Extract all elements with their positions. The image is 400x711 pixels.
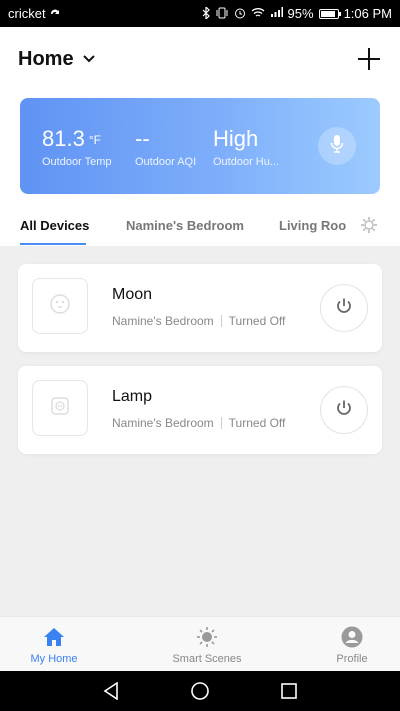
aqi-value: -- bbox=[135, 126, 150, 151]
device-meta: Namine's Bedroom Turned Off bbox=[112, 416, 285, 430]
divider bbox=[220, 315, 222, 327]
device-thumbnail bbox=[32, 278, 88, 334]
sun-icon bbox=[157, 625, 257, 649]
room-tabs: All Devices Namine's Bedroom Living Roor bbox=[0, 200, 400, 246]
nav-label: My Home bbox=[30, 653, 78, 665]
bottom-navigation: My Home Smart Scenes Profile bbox=[0, 616, 400, 671]
status-icons: 95% 1:06 PM bbox=[202, 5, 392, 21]
tab-namines-bedroom[interactable]: Namine's Bedroom bbox=[126, 218, 244, 233]
nav-smart-scenes[interactable]: Smart Scenes bbox=[157, 625, 257, 665]
temp-value: 81.3 bbox=[42, 126, 85, 151]
battery-icon bbox=[318, 8, 341, 19]
aqi-label: Outdoor AQI bbox=[135, 156, 197, 168]
carrier-name: cricket bbox=[8, 6, 46, 21]
active-tab-indicator bbox=[20, 243, 86, 245]
device-status: Turned Off bbox=[228, 416, 286, 430]
device-status: Turned Off bbox=[228, 314, 286, 328]
device-thumbnail bbox=[32, 380, 88, 436]
power-icon bbox=[335, 399, 353, 422]
home-icon bbox=[4, 625, 104, 649]
divider bbox=[220, 417, 222, 429]
nav-label: Smart Scenes bbox=[172, 653, 242, 665]
bluetooth-icon bbox=[202, 5, 210, 21]
app-header: Home bbox=[0, 27, 400, 91]
device-meta: Namine's Bedroom Turned Off bbox=[112, 314, 285, 328]
microphone-button[interactable] bbox=[318, 127, 356, 165]
profile-icon bbox=[302, 625, 400, 649]
nav-label: Profile bbox=[336, 653, 368, 665]
plug-icon bbox=[49, 293, 71, 320]
system-navigation-bar bbox=[0, 671, 400, 711]
signal-icon bbox=[270, 7, 283, 20]
add-device-button[interactable] bbox=[356, 46, 382, 72]
alarm-icon bbox=[234, 7, 246, 21]
recents-icon[interactable] bbox=[279, 681, 299, 701]
sync-icon bbox=[49, 8, 61, 20]
room-settings-icon[interactable] bbox=[360, 216, 378, 234]
plug-icon bbox=[49, 395, 71, 422]
device-card-lamp[interactable]: Lamp Namine's Bedroom Turned Off bbox=[18, 366, 382, 454]
device-name: Moon bbox=[112, 286, 153, 303]
temp-label: Outdoor Temp bbox=[42, 156, 112, 168]
temp-unit: °F bbox=[88, 133, 101, 147]
power-button[interactable] bbox=[320, 284, 368, 332]
battery-percent: 95% bbox=[287, 6, 314, 21]
vibrate-icon bbox=[215, 7, 229, 21]
chevron-down-icon[interactable] bbox=[82, 52, 96, 66]
weather-card[interactable]: 81.3 °F Outdoor Temp -- Outdoor AQI High … bbox=[20, 98, 380, 194]
wifi-icon bbox=[251, 7, 265, 20]
battery-fill bbox=[320, 10, 335, 17]
nav-my-home[interactable]: My Home bbox=[4, 625, 104, 665]
device-room: Namine's Bedroom bbox=[112, 314, 214, 328]
clock: 1:06 PM bbox=[343, 6, 392, 21]
nav-profile[interactable]: Profile bbox=[302, 625, 400, 665]
status-bar: cricket 95% 1:06 PM bbox=[0, 0, 400, 27]
carrier-group: cricket bbox=[8, 6, 61, 21]
back-icon[interactable] bbox=[101, 681, 121, 701]
tab-living-room[interactable]: Living Roor bbox=[279, 218, 347, 233]
device-name: Lamp bbox=[112, 388, 153, 405]
outdoor-aqi: -- Outdoor AQI bbox=[135, 126, 196, 168]
device-room: Namine's Bedroom bbox=[112, 416, 214, 430]
device-card-moon[interactable]: Moon Namine's Bedroom Turned Off bbox=[18, 264, 382, 352]
humidity-value: High bbox=[213, 126, 259, 151]
power-button[interactable] bbox=[320, 386, 368, 434]
microphone-icon bbox=[330, 134, 344, 159]
power-icon bbox=[335, 297, 353, 320]
tab-all-devices[interactable]: All Devices bbox=[20, 218, 89, 233]
home-selector-title[interactable]: Home bbox=[18, 48, 74, 71]
home-button-icon[interactable] bbox=[190, 681, 210, 701]
outdoor-temp: 81.3 °F Outdoor Temp bbox=[42, 126, 112, 168]
outdoor-humidity: High Outdoor Hu... bbox=[213, 126, 279, 168]
humidity-label: Outdoor Hu... bbox=[213, 156, 280, 168]
